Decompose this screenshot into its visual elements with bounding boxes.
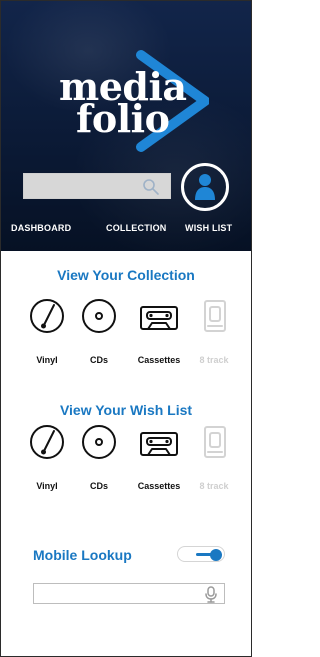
eight-track-icon — [204, 426, 226, 458]
mobile-lookup-field[interactable] — [33, 583, 225, 604]
collection-vinyl-label: Vinyl — [36, 355, 58, 365]
brand-logo: media folio — [29, 45, 209, 155]
collection-cassettes-label: Cassettes — [137, 355, 181, 365]
wishlist-8track-tile: 8 track — [185, 425, 243, 495]
microphone-icon[interactable] — [204, 586, 218, 603]
collection-8track-tile: 8 track — [185, 299, 243, 369]
nav-collection[interactable]: COLLECTION — [106, 223, 167, 233]
cd-icon — [82, 299, 116, 333]
wishlist-vinyl-label: Vinyl — [36, 481, 58, 491]
header-search[interactable] — [23, 173, 171, 199]
search-icon[interactable] — [142, 178, 160, 196]
user-icon — [195, 174, 215, 200]
collection-cds-tile[interactable]: CDs — [70, 299, 128, 369]
header: media folio DASHBOARD COLLECTION WISH LI… — [1, 1, 251, 251]
collection-cassettes-tile[interactable]: Cassettes — [130, 299, 188, 369]
brand-line-2: folio — [76, 96, 170, 141]
wishlist-cds-label: CDs — [89, 481, 108, 491]
nav-wishlist[interactable]: WISH LIST — [185, 223, 232, 233]
mobile-lookup-title: Mobile Lookup — [33, 547, 132, 563]
mobile-lookup-toggle[interactable] — [177, 546, 225, 562]
cassette-icon — [140, 432, 178, 456]
collection-vinyl-tile[interactable]: Vinyl — [18, 299, 76, 369]
wishlist-cds-tile[interactable]: CDs — [70, 425, 128, 495]
toggle-knob[interactable] — [210, 549, 222, 561]
mobile-lookup-input[interactable] — [40, 586, 200, 604]
eight-track-icon — [204, 300, 226, 332]
wishlist-row: Vinyl CDs Cassettes 8 track — [1, 425, 251, 495]
cd-icon — [82, 425, 116, 459]
wishlist-vinyl-tile[interactable]: Vinyl — [18, 425, 76, 495]
search-input[interactable] — [30, 178, 138, 196]
wishlist-cassettes-tile[interactable]: Cassettes — [130, 425, 188, 495]
wishlist-8track-label: 8 track — [199, 481, 229, 491]
wishlist-cassettes-label: Cassettes — [137, 481, 181, 491]
collection-title: View Your Collection — [57, 267, 195, 283]
collection-row: Vinyl CDs Cassettes 8 track — [1, 299, 251, 369]
nav-dashboard[interactable]: DASHBOARD — [11, 223, 71, 233]
brand-wordmark: media folio — [59, 68, 187, 141]
vinyl-icon — [30, 299, 64, 333]
wishlist-title: View Your Wish List — [59, 402, 193, 418]
collection-cds-label: CDs — [89, 355, 108, 365]
app-frame: media folio DASHBOARD COLLECTION WISH LI… — [0, 0, 252, 657]
collection-8track-label: 8 track — [199, 355, 229, 365]
cassette-icon — [140, 306, 178, 330]
vinyl-icon — [30, 425, 64, 459]
top-nav: DASHBOARD COLLECTION WISH LIST — [1, 223, 251, 243]
profile-button[interactable] — [181, 163, 229, 211]
